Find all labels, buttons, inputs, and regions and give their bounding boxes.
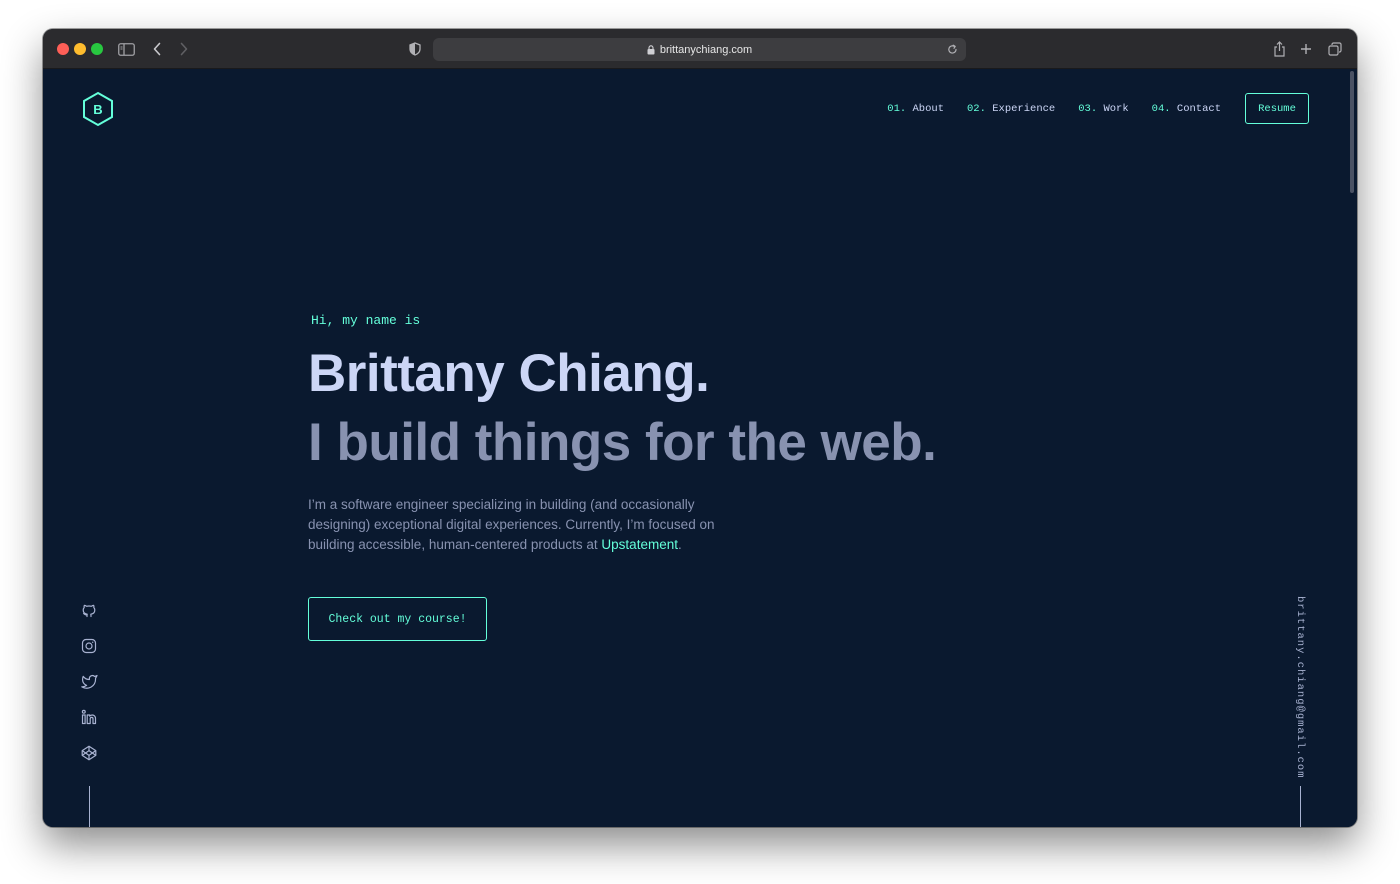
github-icon[interactable] bbox=[80, 601, 98, 619]
nav-item-contact[interactable]: 04. Contact bbox=[1152, 103, 1221, 115]
nav-item-about[interactable]: 01. About bbox=[887, 103, 944, 115]
address-bar[interactable]: brittanychiang.com bbox=[433, 38, 966, 61]
nav-number: 04. bbox=[1151, 102, 1171, 115]
url-text: brittanychiang.com bbox=[659, 43, 753, 56]
sidebar-icon[interactable] bbox=[116, 39, 136, 59]
browser-toolbar: brittanychiang.com bbox=[43, 29, 1357, 69]
email-link[interactable]: brittany.chiang@gmail.com bbox=[1294, 596, 1306, 779]
nav-label: Experience bbox=[992, 102, 1056, 115]
hero-name: Brittany Chiang. bbox=[308, 344, 710, 403]
twitter-icon[interactable] bbox=[80, 672, 98, 690]
main-nav: 01. About 02. Experience 03. Work 04. Co… bbox=[864, 93, 1309, 124]
resume-button[interactable]: Resume bbox=[1245, 93, 1309, 124]
hero-bio-end: . bbox=[677, 537, 682, 552]
nav-number: 02. bbox=[967, 102, 986, 115]
nav-number: 01. bbox=[887, 102, 907, 115]
upstatement-link[interactable]: Upstatement bbox=[601, 537, 678, 552]
scrollbar[interactable] bbox=[1350, 71, 1354, 193]
nav-number: 03. bbox=[1078, 102, 1098, 115]
share-icon[interactable] bbox=[1269, 39, 1289, 59]
instagram-icon[interactable] bbox=[80, 637, 98, 655]
browser-window: brittanychiang.com B 01. About 02. Exper… bbox=[43, 29, 1357, 827]
nav-label: Work bbox=[1103, 102, 1129, 115]
close-window-button[interactable] bbox=[57, 43, 69, 55]
lock-icon bbox=[647, 44, 655, 55]
nav-label: About bbox=[912, 102, 944, 115]
right-vertical-line bbox=[1300, 786, 1301, 827]
course-button[interactable]: Check out my course! bbox=[308, 597, 487, 641]
hero-greeting: Hi, my name is bbox=[311, 313, 421, 328]
plus-icon[interactable] bbox=[1296, 39, 1316, 59]
back-chevron-icon[interactable] bbox=[147, 39, 167, 59]
nav-label: Contact bbox=[1176, 102, 1221, 115]
linkedin-icon[interactable] bbox=[80, 708, 98, 726]
forward-chevron-icon[interactable] bbox=[174, 39, 194, 59]
codepen-icon[interactable] bbox=[80, 744, 98, 762]
minimize-window-button[interactable] bbox=[74, 43, 86, 55]
zoom-window-button[interactable] bbox=[91, 43, 103, 55]
tabs-icon[interactable] bbox=[1325, 39, 1345, 59]
hero-tagline: I build things for the web. bbox=[308, 413, 937, 472]
nav-item-work[interactable]: 03. Work bbox=[1078, 103, 1128, 115]
web-page: B 01. About 02. Experience 03. Work 04. … bbox=[43, 69, 1357, 827]
nav-item-experience[interactable]: 02. Experience bbox=[967, 103, 1055, 115]
hero-bio: I’m a software engineer specializing in … bbox=[308, 495, 728, 555]
logo[interactable]: B bbox=[81, 91, 115, 127]
reload-icon[interactable] bbox=[945, 42, 960, 57]
shield-icon[interactable] bbox=[405, 39, 425, 59]
left-vertical-line bbox=[89, 786, 90, 827]
logo-letter: B bbox=[93, 101, 103, 117]
